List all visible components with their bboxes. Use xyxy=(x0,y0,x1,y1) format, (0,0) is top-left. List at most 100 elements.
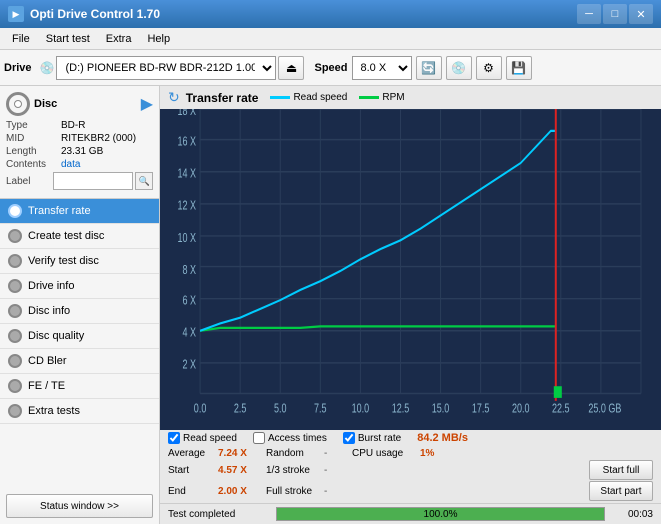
nav-label-disc-info: Disc info xyxy=(28,305,70,317)
checkbox-read-speed[interactable]: Read speed xyxy=(168,432,237,444)
app-icon: ▶ xyxy=(8,6,24,22)
type-val: BD-R xyxy=(61,120,85,131)
nav-cd-bler[interactable]: CD Bler xyxy=(0,349,159,374)
disc-section-label: Disc xyxy=(34,98,57,110)
nav-dot-drive-info xyxy=(8,279,22,293)
mid-key: MID xyxy=(6,133,61,144)
svg-text:6 X: 6 X xyxy=(183,294,197,308)
nav-dot-cd-bler xyxy=(8,354,22,368)
nav-label-cd-bler: CD Bler xyxy=(28,355,67,367)
svg-text:12 X: 12 X xyxy=(178,199,197,213)
label-input[interactable] xyxy=(53,172,133,190)
svg-text:17.5: 17.5 xyxy=(472,402,490,416)
checkbox-burst-rate-input[interactable] xyxy=(343,432,355,444)
progress-section: Test completed 100.0% 00:03 xyxy=(160,503,661,524)
menu-help[interactable]: Help xyxy=(139,31,178,47)
length-val: 23.31 GB xyxy=(61,146,103,157)
checkbox-access-times-input[interactable] xyxy=(253,432,265,444)
checkbox-row: Read speed Access times Burst rate 84.2 … xyxy=(160,430,661,446)
start-val: 4.57 X xyxy=(218,465,258,476)
nav-dot-transfer-rate xyxy=(8,204,22,218)
nav-disc-quality[interactable]: Disc quality xyxy=(0,324,159,349)
start-part-button[interactable]: Start part xyxy=(589,481,653,501)
type-key: Type xyxy=(6,120,61,131)
drive-select[interactable]: (D:) PIONEER BD-RW BDR-212D 1.00 xyxy=(56,56,276,80)
checkbox-access-times[interactable]: Access times xyxy=(253,432,327,444)
minimize-button[interactable]: ─ xyxy=(577,4,601,24)
mid-val: RITEKBR2 (000) xyxy=(61,133,136,144)
nav-label-fe-te: FE / TE xyxy=(28,380,65,392)
stats-row-3: End 2.00 X Full stroke - Start part xyxy=(168,481,653,501)
menu-start-test[interactable]: Start test xyxy=(38,31,98,47)
toolbar: Drive 💿 (D:) PIONEER BD-RW BDR-212D 1.00… xyxy=(0,50,661,86)
svg-text:20.0: 20.0 xyxy=(512,402,530,416)
refresh-button[interactable]: 🔄 xyxy=(416,56,442,80)
chart-svg-container: 18 X 16 X 14 X 12 X 10 X 8 X 6 X 4 X 2 X… xyxy=(160,109,661,430)
nav-disc-info[interactable]: Disc info xyxy=(0,299,159,324)
maximize-button[interactable]: □ xyxy=(603,4,627,24)
checkbox-read-speed-input[interactable] xyxy=(168,432,180,444)
disc-button[interactable]: 💿 xyxy=(446,56,472,80)
nav-dot-extra xyxy=(8,404,22,418)
close-button[interactable]: ✕ xyxy=(629,4,653,24)
save-button[interactable]: 💾 xyxy=(506,56,532,80)
nav-dot-disc-quality xyxy=(8,329,22,343)
svg-text:22.5: 22.5 xyxy=(552,402,570,416)
eject-button[interactable]: ⏏ xyxy=(278,56,304,80)
main-content: Disc ▶ Type BD-R MID RITEKBR2 (000) Leng… xyxy=(0,86,661,524)
nav-label-transfer-rate: Transfer rate xyxy=(28,205,91,217)
label-search-button[interactable]: 🔍 xyxy=(135,172,153,190)
nav-extra-tests[interactable]: Extra tests xyxy=(0,399,159,424)
checkbox-burst-rate[interactable]: Burst rate xyxy=(343,432,401,444)
svg-text:0.0: 0.0 xyxy=(194,402,207,416)
nav-verify-test-disc[interactable]: Verify test disc xyxy=(0,249,159,274)
stats-row-2: Start 4.57 X 1/3 stroke - Start full xyxy=(168,460,653,480)
svg-text:4 X: 4 X xyxy=(183,326,197,340)
disc-icon xyxy=(6,92,30,116)
svg-text:15.0: 15.0 xyxy=(432,402,450,416)
svg-text:25.0 GB: 25.0 GB xyxy=(588,402,621,416)
stroke13-key: 1/3 stroke xyxy=(266,465,316,476)
svg-text:2 X: 2 X xyxy=(183,358,197,372)
checkbox-burst-rate-label: Burst rate xyxy=(358,433,401,444)
full-stroke-key: Full stroke xyxy=(266,486,316,497)
start-full-button[interactable]: Start full xyxy=(589,460,653,480)
disc-nav-icon: ▶ xyxy=(141,94,153,114)
disc-section: Disc ▶ Type BD-R MID RITEKBR2 (000) Leng… xyxy=(0,86,159,199)
svg-text:16 X: 16 X xyxy=(178,135,197,149)
progress-pct: 100.0% xyxy=(424,508,458,522)
nav-label-drive-info: Drive info xyxy=(28,280,74,292)
time-text: 00:03 xyxy=(613,509,653,520)
chart-title: Transfer rate xyxy=(186,91,259,105)
svg-text:14 X: 14 X xyxy=(178,167,197,181)
stroke13-val: - xyxy=(324,465,344,476)
nav-fe-te[interactable]: FE / TE xyxy=(0,374,159,399)
nav-drive-info[interactable]: Drive info xyxy=(0,274,159,299)
nav-dot-disc-info xyxy=(8,304,22,318)
menu-file[interactable]: File xyxy=(4,31,38,47)
svg-text:10 X: 10 X xyxy=(178,231,197,245)
status-text: Test completed xyxy=(168,509,268,520)
checkbox-read-speed-label: Read speed xyxy=(183,433,237,444)
status-window-button[interactable]: Status window >> xyxy=(6,494,153,518)
speed-select[interactable]: 8.0 X xyxy=(352,56,412,80)
average-key: Average xyxy=(168,448,210,459)
nav-label-create: Create test disc xyxy=(28,230,104,242)
menu-extra[interactable]: Extra xyxy=(98,31,140,47)
nav-section: Transfer rate Create test disc Verify te… xyxy=(0,199,159,488)
stats-row-1: Average 7.24 X Random - CPU usage 1% xyxy=(168,448,653,459)
chart-legend: Read speed RPM xyxy=(270,92,404,103)
settings-button[interactable]: ⚙ xyxy=(476,56,502,80)
contents-val[interactable]: data xyxy=(61,159,80,170)
legend-read-speed: Read speed xyxy=(270,92,347,103)
checkbox-access-times-label: Access times xyxy=(268,433,327,444)
nav-dot-fe-te xyxy=(8,379,22,393)
nav-create-test-disc[interactable]: Create test disc xyxy=(0,224,159,249)
nav-label-extra: Extra tests xyxy=(28,405,80,417)
title-bar: ▶ Opti Drive Control 1.70 ─ □ ✕ xyxy=(0,0,661,28)
contents-key: Contents xyxy=(6,159,61,170)
stats-section: Average 7.24 X Random - CPU usage 1% Sta… xyxy=(160,446,661,503)
nav-transfer-rate[interactable]: Transfer rate xyxy=(0,199,159,224)
nav-label-verify: Verify test disc xyxy=(28,255,99,267)
cpu-val: 1% xyxy=(420,448,653,459)
